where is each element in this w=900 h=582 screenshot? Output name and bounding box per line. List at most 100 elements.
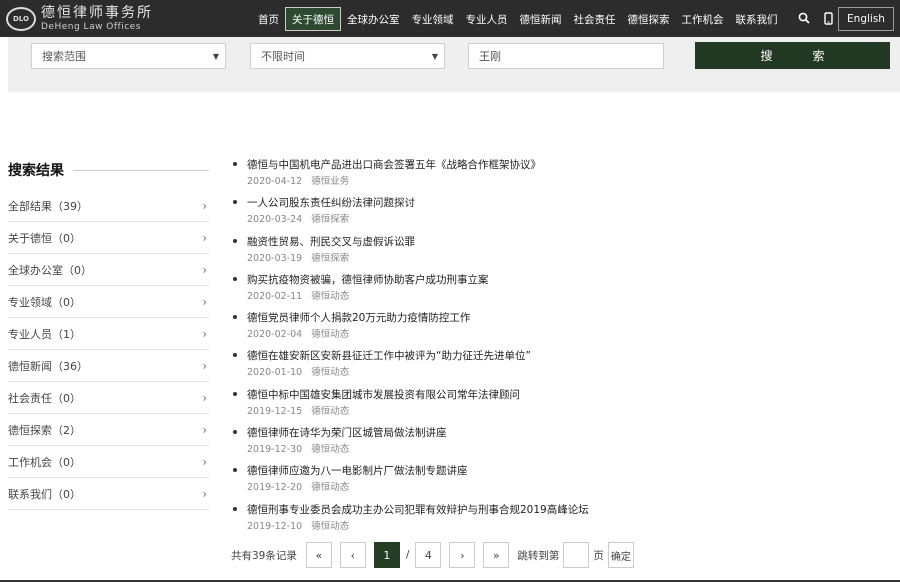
- sidebar-item-practice-areas[interactable]: 专业领域（0） ›: [8, 286, 209, 318]
- nav-item-insights[interactable]: 德恒探索: [622, 7, 676, 31]
- time-range-select[interactable]: 不限时间 ▼: [250, 43, 445, 69]
- chevron-right-icon: ›: [202, 198, 207, 213]
- result-date: 2019-12-10: [247, 521, 303, 532]
- result-date: 2020-03-19: [247, 253, 303, 264]
- bullet-icon: [233, 239, 237, 243]
- bullet-icon: [233, 468, 237, 472]
- sidebar-title: 搜索结果: [8, 163, 64, 179]
- search-panel: 搜索范围 ▼ 不限时间 ▼ 王刚 搜索: [8, 37, 900, 92]
- current-page-button[interactable]: 1: [373, 542, 400, 568]
- result-title-link[interactable]: 购买抗疫物资被骗，德恒律师协助客户成功刑事立案: [247, 272, 489, 287]
- first-page-button[interactable]: «: [305, 542, 332, 568]
- jump-label: 跳转到第: [517, 549, 560, 562]
- result-title-link[interactable]: 德恒在雄安新区安新县征迁工作中被评为“助力征迁先进单位”: [247, 348, 531, 363]
- sidebar-item-insights[interactable]: 德恒探索（2） ›: [8, 414, 209, 446]
- keyword-input-value: 王刚: [479, 50, 501, 63]
- sidebar-item-careers[interactable]: 工作机会（0） ›: [8, 446, 209, 478]
- result-title-link[interactable]: 德恒党员律师个人捐款20万元助力疫情防控工作: [247, 310, 470, 325]
- logo-chinese-name: 德恒律师事务所: [41, 5, 153, 21]
- chevron-right-icon: ›: [202, 326, 207, 341]
- chevron-right-icon: ›: [202, 454, 207, 469]
- chevron-right-icon: ›: [202, 486, 207, 501]
- logo-mark-icon: DLO: [6, 7, 36, 31]
- chevron-right-icon: ›: [202, 294, 207, 309]
- prev-page-button[interactable]: ‹: [339, 542, 366, 568]
- bullet-icon: [233, 162, 237, 166]
- result-category: 德恒动态: [311, 367, 350, 378]
- bullet-icon: [233, 353, 237, 357]
- sidebar-item-professionals[interactable]: 专业人员（1） ›: [8, 318, 209, 350]
- sidebar-item-all-results[interactable]: 全部结果（39） ›: [8, 190, 209, 222]
- keyword-input[interactable]: 王刚: [468, 43, 664, 69]
- sidebar-item-label: 全球办公室（0）: [8, 263, 92, 277]
- result-category: 德恒探索: [311, 214, 350, 225]
- language-switch-english[interactable]: English: [838, 7, 894, 31]
- sidebar-item-label: 专业人员（1）: [8, 327, 81, 341]
- chevron-right-icon: ›: [202, 230, 207, 245]
- nav-item-practice-areas[interactable]: 专业领域: [406, 7, 460, 31]
- search-icon[interactable]: [795, 8, 813, 28]
- bullet-icon: [233, 200, 237, 204]
- nav-item-social-responsibility[interactable]: 社会责任: [568, 7, 622, 31]
- result-category: 德恒动态: [311, 329, 350, 340]
- nav-item-professionals[interactable]: 专业人员: [460, 7, 514, 31]
- total-pages-button[interactable]: 4: [415, 542, 442, 568]
- sidebar-item-global-offices[interactable]: 全球办公室（0） ›: [8, 254, 209, 286]
- chevron-right-icon: ›: [202, 358, 207, 373]
- page-separator: /: [405, 549, 410, 561]
- sidebar-item-label: 关于德恒（0）: [8, 231, 81, 245]
- chevron-right-icon: ›: [202, 390, 207, 405]
- sidebar-item-about[interactable]: 关于德恒（0） ›: [8, 222, 209, 254]
- result-category: 德恒动态: [311, 291, 350, 302]
- result-date: 2019-12-30: [247, 444, 303, 455]
- chevron-right-icon: ›: [202, 422, 207, 437]
- result-date: 2020-02-11: [247, 291, 303, 302]
- sidebar-title-divider: [73, 170, 209, 171]
- nav-item-about[interactable]: 关于德恒: [285, 7, 341, 31]
- result-title-link[interactable]: 融资性贸易、刑民交叉与虚假诉讼罪: [247, 234, 415, 249]
- sidebar-item-contact[interactable]: 联系我们（0） ›: [8, 478, 209, 510]
- chevron-right-icon: ›: [202, 262, 207, 277]
- nav-item-news[interactable]: 德恒新闻: [514, 7, 568, 31]
- search-button[interactable]: 搜索: [695, 42, 890, 69]
- bullet-icon: [233, 277, 237, 281]
- result-title-link[interactable]: 德恒律师应邀为八一电影制片厂做法制专题讲座: [247, 463, 468, 478]
- bullet-icon: [233, 392, 237, 396]
- main-nav: 首页 关于德恒 全球办公室 专业领域 专业人员 德恒新闻 社会责任 德恒探索 工…: [252, 7, 784, 31]
- result-category: 德恒动态: [311, 444, 350, 455]
- nav-item-home[interactable]: 首页: [252, 7, 285, 31]
- sidebar-item-label: 德恒探索（2）: [8, 423, 81, 437]
- result-title-link[interactable]: 德恒刑事专业委员会成功主办公司犯罪有效辩护与刑事合规2019高峰论坛: [247, 502, 589, 517]
- result-title-link[interactable]: 德恒律师在诗华为荣门区城管局做法制讲座: [247, 425, 447, 440]
- sidebar-item-social-responsibility[interactable]: 社会责任（0） ›: [8, 382, 209, 414]
- sidebar-item-label: 全部结果（39）: [8, 199, 88, 213]
- nav-item-global-offices[interactable]: 全球办公室: [341, 7, 406, 31]
- site-logo[interactable]: DLO 德恒律师事务所 DeHeng Law Offices: [6, 4, 166, 34]
- sidebar-item-label: 德恒新闻（36）: [8, 359, 88, 373]
- next-page-button[interactable]: ›: [449, 542, 476, 568]
- result-title-link[interactable]: 德恒中标中国雄安集团城市发展投资有限公司常年法律顾问: [247, 387, 520, 402]
- result-date: 2020-02-04: [247, 329, 303, 340]
- top-navigation-bar: DLO 德恒律师事务所 DeHeng Law Offices 首页 关于德恒 全…: [0, 0, 900, 37]
- bullet-icon: [233, 430, 237, 434]
- sidebar-item-label: 专业领域（0）: [8, 295, 81, 309]
- result-date: 2020-01-10: [247, 367, 303, 378]
- last-page-button[interactable]: »: [483, 542, 510, 568]
- mobile-phone-icon[interactable]: [819, 8, 837, 28]
- result-category: 德恒动态: [311, 482, 350, 493]
- page-unit-label: 页: [593, 549, 604, 562]
- result-date: 2019-12-15: [247, 406, 303, 417]
- search-scope-select[interactable]: 搜索范围 ▼: [31, 43, 226, 69]
- search-scope-value: 搜索范围: [42, 50, 86, 63]
- confirm-jump-button[interactable]: 确定: [607, 542, 634, 568]
- pagination: 共有39条记录 « ‹ 1 / 4 › » 跳转到第 页 确定: [231, 542, 640, 568]
- result-category: 德恒动态: [311, 406, 350, 417]
- sidebar-item-news[interactable]: 德恒新闻（36） ›: [8, 350, 209, 382]
- result-title-link[interactable]: 德恒与中国机电产品进出口商会签署五年《战略合作框架协议》: [247, 157, 541, 172]
- nav-item-contact[interactable]: 联系我们: [730, 7, 784, 31]
- result-category: 德恒业务: [311, 176, 350, 187]
- bullet-icon: [233, 507, 237, 511]
- nav-item-careers[interactable]: 工作机会: [676, 7, 730, 31]
- jump-page-input[interactable]: [563, 542, 590, 568]
- result-title-link[interactable]: 一人公司股东责任纠纷法律问题探讨: [247, 195, 415, 210]
